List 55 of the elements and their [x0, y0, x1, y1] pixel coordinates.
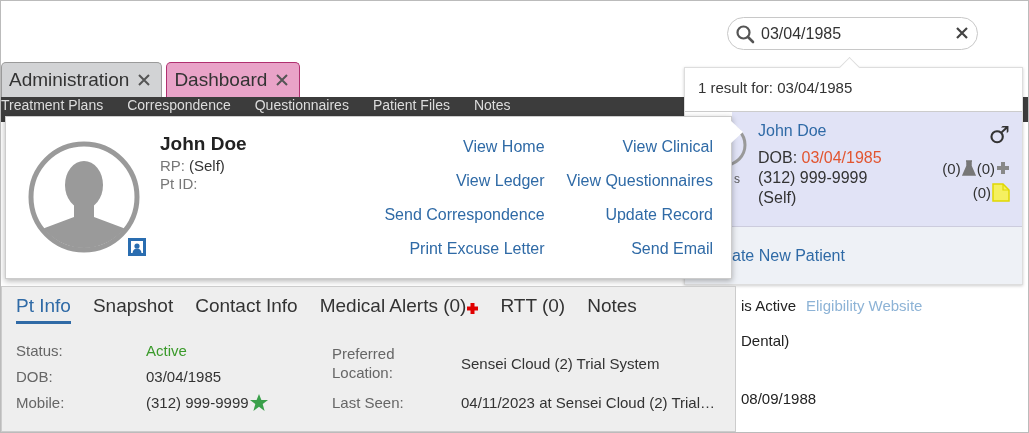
- tab[interactable]: Dashboard: [166, 62, 301, 97]
- action-link[interactable]: Update Record: [605, 204, 713, 225]
- create-patient-link[interactable]: ate New Patient: [732, 246, 845, 265]
- tab[interactable]: Pt Info: [16, 295, 71, 324]
- text: s: [734, 172, 740, 186]
- avatar-icon: [28, 141, 140, 253]
- close-icon: [956, 27, 968, 39]
- search-icon: [735, 24, 755, 44]
- plus-icon: [996, 161, 1010, 175]
- tab[interactable]: Administration: [1, 62, 163, 97]
- text: 08/09/1988: [741, 390, 817, 407]
- action-link[interactable]: View Home: [463, 136, 545, 157]
- action-link[interactable]: View Clinical: [622, 136, 713, 157]
- text: is Active: [741, 297, 797, 314]
- result-row[interactable]: s John Doe DOB: 03/04/1985 (312) 999-9999 (Self) ♂ (0) (0) (0): [732, 112, 1022, 227]
- action-link[interactable]: View Ledger: [455, 170, 545, 191]
- field-label: Last Seen:: [332, 392, 405, 412]
- close-icon: [138, 74, 151, 86]
- field-label: Mobile:: [16, 392, 66, 412]
- gender-symbol: ♂: [988, 122, 1010, 148]
- tab[interactable]: RTT (0): [500, 295, 566, 324]
- search-field[interactable]: 03/04/1985: [727, 17, 978, 50]
- field-value: (312) 999-9999: [146, 393, 249, 411]
- patient-link[interactable]: John Doe: [758, 122, 943, 140]
- flask-icon: [961, 160, 976, 176]
- field-label: Preferred Location:: [332, 344, 396, 382]
- field-label: Status:: [16, 340, 64, 360]
- field-label: RP:: [160, 157, 185, 175]
- dob-text: DOB: 03/04/1985: [758, 148, 883, 168]
- action-link[interactable]: View Questionnaires: [566, 170, 713, 191]
- count-text: (0): [972, 183, 991, 201]
- action-link[interactable]: Send Correspondence: [384, 204, 545, 225]
- field-label: Pt ID:: [160, 175, 198, 193]
- tab[interactable]: Notes: [587, 295, 637, 324]
- patient-name: John Doe: [160, 133, 248, 155]
- phone-text: (312) 999-9999: [758, 168, 869, 188]
- field-value: Active: [146, 341, 187, 359]
- close-icon: [276, 74, 289, 86]
- text: Dental): [741, 332, 790, 349]
- text: (Self): [758, 188, 798, 208]
- count-text: (0): [976, 159, 995, 177]
- count-text: (0): [942, 159, 961, 177]
- action-link[interactable]: Send Email: [631, 238, 713, 259]
- field-value: 04/11/2023 at Sensei Cloud (2) Trial…: [461, 393, 716, 411]
- note-icon: [992, 182, 1010, 202]
- field-value: 03/04/1985: [146, 367, 222, 385]
- field-value: (Self): [189, 157, 225, 175]
- clear-button[interactable]: [956, 27, 968, 39]
- tab[interactable]: Medical Alerts (0): [319, 295, 479, 324]
- field-label: DOB:: [16, 366, 54, 386]
- action-link[interactable]: Print Excuse Letter: [409, 238, 545, 259]
- tab[interactable]: Contact Info: [195, 295, 298, 324]
- tab[interactable]: Snapshot: [92, 295, 174, 324]
- contact-card-icon: [128, 238, 146, 256]
- field-value: Sensei Cloud (2) Trial System: [461, 354, 660, 372]
